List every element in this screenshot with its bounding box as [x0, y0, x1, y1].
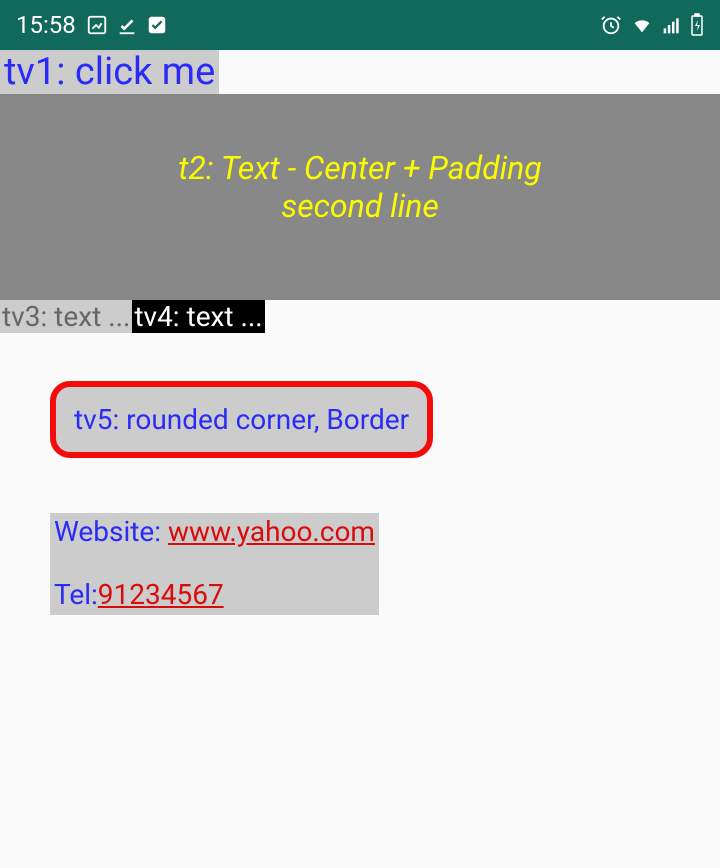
- tv6-website-line: Website: www.yahoo.com: [54, 515, 375, 548]
- battery-charging-icon: [690, 13, 704, 37]
- download-done-icon: [116, 14, 138, 36]
- tv2-line1: t2: Text - Center + Padding: [178, 149, 541, 187]
- status-icons-right: [600, 13, 704, 37]
- tv6-autolink-block: Website: www.yahoo.com Tel:91234567: [50, 513, 379, 615]
- status-bar: 15:58: [0, 0, 720, 50]
- tv1-click-me[interactable]: tv1: click me: [0, 50, 219, 94]
- wifi-icon: [630, 14, 654, 36]
- status-icons-left: [86, 14, 168, 36]
- status-left: 15:58: [16, 11, 168, 39]
- tv3-text: tv3: text ...: [0, 300, 132, 333]
- website-link[interactable]: www.yahoo.com: [168, 515, 375, 548]
- row-tv3-tv4: tv3: text ...tv4: text ...: [0, 300, 720, 333]
- tv5-rounded-border: tv5: rounded corner, Border: [50, 381, 433, 458]
- checkbox-icon: [146, 14, 168, 36]
- image-icon: [86, 14, 108, 36]
- tel-link[interactable]: 91234567: [98, 578, 224, 611]
- status-time: 15:58: [16, 11, 76, 39]
- tv5-wrapper: tv5: rounded corner, Border: [50, 381, 720, 458]
- spacer: [0, 333, 720, 381]
- signal-icon: [662, 15, 682, 35]
- alarm-icon: [600, 14, 622, 36]
- tv2-center-padding: t2: Text - Center + Padding second line: [0, 94, 720, 300]
- website-label: Website:: [54, 515, 168, 548]
- tv2-line2: second line: [20, 187, 700, 225]
- tv4-text: tv4: text ...: [132, 300, 264, 333]
- spacer: [54, 548, 375, 578]
- spacer: [0, 458, 720, 513]
- tel-label: Tel:: [54, 578, 98, 611]
- tv6-tel-line: Tel:91234567: [54, 578, 375, 611]
